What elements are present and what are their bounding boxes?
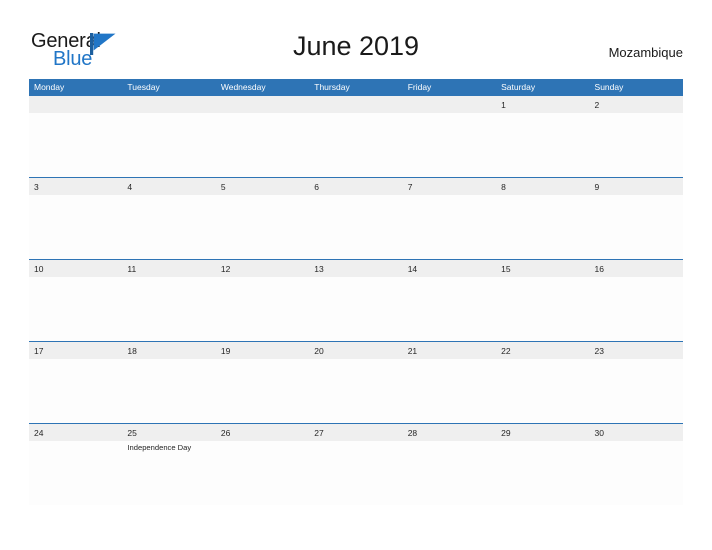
day-header-monday: Monday: [34, 82, 65, 92]
day-cell[interactable]: [590, 441, 683, 505]
date-number[interactable]: 3: [29, 178, 122, 195]
day-cell[interactable]: [216, 195, 309, 259]
day-cell[interactable]: [309, 113, 402, 177]
day-cell[interactable]: [309, 441, 402, 505]
date-number[interactable]: 23: [590, 342, 683, 359]
week-date-strip: 24 25 26 27 28 29 30: [29, 424, 683, 441]
date-number[interactable]: 22: [496, 342, 589, 359]
day-cell[interactable]: [403, 113, 496, 177]
day-cell[interactable]: [122, 195, 215, 259]
day-header-tuesday: Tuesday: [127, 82, 160, 92]
day-of-week-header-row: Monday Tuesday Wednesday Thursday Friday…: [29, 79, 683, 96]
week-event-strip: [29, 113, 683, 177]
day-header-friday: Friday: [407, 82, 432, 92]
day-cell[interactable]: [590, 113, 683, 177]
day-cell[interactable]: [29, 441, 122, 505]
day-cell[interactable]: [29, 113, 122, 177]
week-date-strip: 3 4 5 6 7 8 9: [29, 178, 683, 195]
date-number[interactable]: [122, 96, 215, 113]
date-number[interactable]: [216, 96, 309, 113]
date-number[interactable]: 10: [29, 260, 122, 277]
week-row: 24 25 26 27 28 29 30 Independence Day: [29, 423, 683, 505]
week-date-strip: 17 18 19 20 21 22 23: [29, 342, 683, 359]
day-header-saturday: Saturday: [501, 82, 536, 92]
day-header-wednesday: Wednesday: [220, 82, 266, 92]
date-number[interactable]: 13: [309, 260, 402, 277]
day-cell[interactable]: [403, 441, 496, 505]
date-number[interactable]: 11: [122, 260, 215, 277]
day-cell[interactable]: [216, 441, 309, 505]
day-cell[interactable]: [216, 113, 309, 177]
day-cell[interactable]: [590, 195, 683, 259]
date-number[interactable]: 4: [122, 178, 215, 195]
day-cell[interactable]: [590, 359, 683, 423]
calendar-grid: Monday Tuesday Wednesday Thursday Friday…: [29, 79, 683, 505]
date-number[interactable]: 18: [122, 342, 215, 359]
day-cell[interactable]: [216, 277, 309, 341]
week-row: 10 11 12 13 14 15 16: [29, 259, 683, 341]
date-number[interactable]: 24: [29, 424, 122, 441]
date-number[interactable]: 19: [216, 342, 309, 359]
week-event-strip: Independence Day: [29, 441, 683, 505]
date-number[interactable]: 1: [496, 96, 589, 113]
day-cell[interactable]: [122, 113, 215, 177]
holiday-label: Independence Day: [127, 443, 192, 452]
date-number[interactable]: 9: [590, 178, 683, 195]
date-number[interactable]: 16: [590, 260, 683, 277]
week-event-strip: [29, 195, 683, 259]
date-number[interactable]: 27: [309, 424, 402, 441]
date-number[interactable]: 12: [216, 260, 309, 277]
date-number[interactable]: 26: [216, 424, 309, 441]
date-number[interactable]: 28: [403, 424, 496, 441]
date-number[interactable]: [29, 96, 122, 113]
day-cell[interactable]: [403, 277, 496, 341]
day-cell[interactable]: Independence Day: [122, 441, 215, 505]
date-number[interactable]: 8: [496, 178, 589, 195]
week-date-strip: 10 11 12 13 14 15 16: [29, 260, 683, 277]
week-row: 3 4 5 6 7 8 9: [29, 177, 683, 259]
day-header-sunday: Sunday: [594, 82, 624, 92]
date-number[interactable]: 20: [309, 342, 402, 359]
date-number[interactable]: 25: [122, 424, 215, 441]
day-cell[interactable]: [122, 277, 215, 341]
day-cell[interactable]: [29, 277, 122, 341]
date-number[interactable]: 14: [403, 260, 496, 277]
day-cell[interactable]: [309, 195, 402, 259]
week-date-strip: 1 2: [29, 96, 683, 113]
week-row: 1 2: [29, 96, 683, 177]
page-title: June 2019: [292, 31, 420, 61]
calendar-page: General Blue June 2019 Mozambique Monday…: [0, 0, 712, 550]
date-number[interactable]: 6: [309, 178, 402, 195]
page-header: General Blue June 2019 Mozambique: [0, 0, 712, 78]
day-cell[interactable]: [29, 359, 122, 423]
day-cell[interactable]: [403, 195, 496, 259]
date-number[interactable]: [309, 96, 402, 113]
day-cell[interactable]: [496, 441, 589, 505]
day-header-thursday: Thursday: [314, 82, 350, 92]
day-cell[interactable]: [216, 359, 309, 423]
date-number[interactable]: 29: [496, 424, 589, 441]
day-cell[interactable]: [29, 195, 122, 259]
date-number[interactable]: 2: [590, 96, 683, 113]
date-number[interactable]: 7: [403, 178, 496, 195]
day-cell[interactable]: [122, 359, 215, 423]
day-cell[interactable]: [496, 359, 589, 423]
date-number[interactable]: 30: [590, 424, 683, 441]
date-number[interactable]: 21: [403, 342, 496, 359]
day-cell[interactable]: [496, 195, 589, 259]
day-cell[interactable]: [309, 277, 402, 341]
day-cell[interactable]: [496, 113, 589, 177]
day-cell[interactable]: [590, 277, 683, 341]
week-event-strip: [29, 359, 683, 423]
week-event-strip: [29, 277, 683, 341]
day-cell[interactable]: [403, 359, 496, 423]
week-row: 17 18 19 20 21 22 23: [29, 341, 683, 423]
day-cell[interactable]: [309, 359, 402, 423]
date-number[interactable]: 15: [496, 260, 589, 277]
country-label: Mozambique: [608, 45, 683, 60]
date-number[interactable]: [403, 96, 496, 113]
date-number[interactable]: 17: [29, 342, 122, 359]
date-number[interactable]: 5: [216, 178, 309, 195]
day-cell[interactable]: [496, 277, 589, 341]
